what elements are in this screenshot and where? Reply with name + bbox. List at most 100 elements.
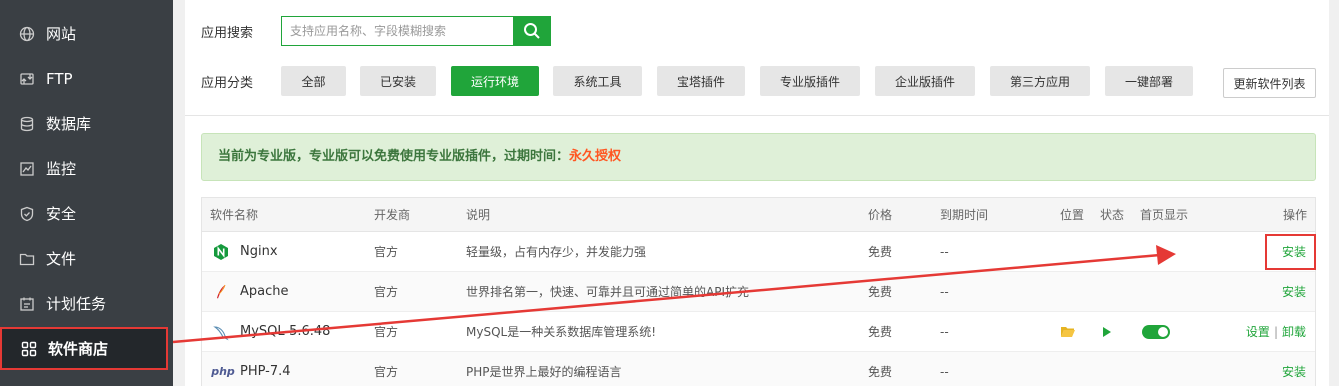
- sidebar: 网站 FTP 数据库 监控 安全 文件 计划任务 软件商店: [0, 0, 173, 386]
- category-all[interactable]: 全部: [281, 66, 346, 96]
- col-developer: 开发商: [374, 208, 411, 222]
- nginx-icon: [212, 243, 230, 261]
- install-link[interactable]: 安装: [1282, 272, 1306, 311]
- monitor-icon: [18, 160, 36, 178]
- sidebar-item-label: 网站: [46, 25, 77, 43]
- php-icon: php: [211, 365, 235, 378]
- category-bt-plugins[interactable]: 宝塔插件: [657, 66, 745, 96]
- sidebar-item-label: 监控: [46, 160, 77, 178]
- col-desc: 说明: [466, 208, 491, 222]
- open-folder-button[interactable]: [1060, 312, 1076, 351]
- page-gutter: [1329, 0, 1339, 386]
- category-third-party[interactable]: 第三方应用: [990, 66, 1090, 96]
- category-installed[interactable]: 已安装: [360, 66, 436, 96]
- sidebar-item-label: 计划任务: [46, 295, 107, 313]
- sidebar-item-label: 安全: [46, 205, 77, 223]
- developer: 官方: [374, 365, 399, 379]
- refresh-list-button[interactable]: 更新软件列表: [1223, 68, 1316, 98]
- developer: 官方: [374, 325, 399, 339]
- software-name: php PHP-7.4: [211, 352, 291, 386]
- expire-date: --: [940, 284, 949, 299]
- description: 世界排名第一，快速、可靠并且可通过简单的API扩充: [466, 285, 749, 299]
- category-system-tools[interactable]: 系统工具: [553, 66, 642, 96]
- price: 免费: [868, 365, 893, 379]
- col-name: 软件名称: [210, 208, 259, 222]
- search-button[interactable]: [513, 16, 551, 46]
- sidebar-item-ftp[interactable]: FTP: [0, 56, 173, 101]
- sidebar-item-label: 软件商店: [48, 340, 109, 358]
- col-expire: 到期时间: [940, 208, 989, 222]
- table-row: Nginx 官方 轻量级，占有内存少，并发能力强 免费 -- 安装: [202, 232, 1315, 272]
- sidebar-item-security[interactable]: 安全: [0, 191, 173, 236]
- category-label: 应用分类: [201, 76, 254, 91]
- col-ops: 操作: [1282, 208, 1307, 222]
- software-name-text: Nginx: [240, 244, 278, 259]
- search-input[interactable]: 支持应用名称、字段模糊搜索: [281, 16, 513, 46]
- developer: 官方: [374, 245, 399, 259]
- price: 免费: [868, 285, 893, 299]
- price: 免费: [868, 325, 893, 339]
- category-runtime[interactable]: 运行环境: [451, 66, 539, 96]
- table-row: Apache 官方 世界排名第一，快速、可靠并且可通过简单的API扩充 免费 -…: [202, 272, 1315, 312]
- ftp-icon: [18, 70, 36, 88]
- sidebar-item-label: 文件: [46, 250, 77, 268]
- install-link[interactable]: 安装: [1282, 352, 1306, 386]
- description: 轻量级，占有内存少，并发能力强: [466, 245, 647, 259]
- uninstall-link[interactable]: 卸载: [1282, 323, 1306, 340]
- globe-icon: [18, 25, 36, 43]
- sidebar-item-app-store[interactable]: 软件商店: [0, 327, 168, 370]
- developer: 官方: [374, 285, 399, 299]
- category-one-click-deploy[interactable]: 一键部署: [1105, 66, 1193, 96]
- description: MySQL是一种关系数据库管理系统!: [466, 325, 657, 339]
- expire-date: --: [940, 364, 949, 379]
- software-name-text: Apache: [240, 284, 289, 299]
- software-table: 软件名称 开发商 说明 价格 到期时间 位置 状态 首页显示 操作 Nginx …: [201, 197, 1316, 386]
- calendar-icon: [18, 295, 36, 313]
- col-homepage: 首页显示: [1140, 208, 1189, 222]
- notice-text: 当前为专业版，专业版可以免费使用专业版插件，过期时间：: [218, 149, 570, 164]
- category-enterprise-plugins[interactable]: 企业版插件: [875, 66, 975, 96]
- folder-open-icon: [1061, 326, 1075, 337]
- table-header: 软件名称 开发商 说明 价格 到期时间 位置 状态 首页显示 操作: [202, 198, 1315, 232]
- database-icon: [18, 115, 36, 133]
- license-notice: 当前为专业版，专业版可以免费使用专业版插件，过期时间：永久授权: [201, 133, 1316, 181]
- row-actions: 设置 | 卸载: [1246, 312, 1306, 351]
- expire-date: --: [940, 244, 949, 259]
- price: 免费: [868, 245, 893, 259]
- shield-icon: [18, 205, 36, 223]
- software-name-text: MySQL-5.6.48: [240, 324, 331, 339]
- mysql-dolphin-icon: [212, 323, 230, 341]
- software-name: Nginx: [212, 232, 278, 271]
- table-row: MySQL-5.6.48 官方 MySQL是一种关系数据库管理系统! 免费 --…: [202, 312, 1315, 352]
- col-status: 状态: [1100, 208, 1125, 222]
- category-pro-plugins[interactable]: 专业版插件: [760, 66, 860, 96]
- sidebar-item-cron[interactable]: 计划任务: [0, 281, 173, 326]
- col-location: 位置: [1060, 208, 1085, 222]
- divider: [185, 115, 1329, 116]
- homepage-toggle[interactable]: [1142, 312, 1170, 351]
- sidebar-item-database[interactable]: 数据库: [0, 101, 173, 146]
- sidebar-item-monitor[interactable]: 监控: [0, 146, 173, 191]
- sidebar-item-label: 数据库: [46, 115, 92, 133]
- action-separator: |: [1273, 324, 1278, 339]
- software-name-text: PHP-7.4: [240, 364, 291, 379]
- sidebar-item-website[interactable]: 网站: [0, 11, 173, 56]
- table-row: php PHP-7.4 官方 PHP是世界上最好的编程语言 免费 -- 安装: [202, 352, 1315, 386]
- sidebar-item-files[interactable]: 文件: [0, 236, 173, 281]
- grid-icon: [20, 340, 38, 358]
- search-label: 应用搜索: [201, 26, 254, 41]
- notice-permanent: 永久授权: [569, 149, 622, 164]
- expire-date: --: [940, 324, 949, 339]
- apache-feather-icon: [212, 283, 230, 301]
- search-icon: [524, 23, 540, 39]
- software-name: MySQL-5.6.48: [212, 312, 330, 351]
- col-price: 价格: [868, 208, 893, 222]
- start-button[interactable]: [1102, 312, 1112, 351]
- software-name: Apache: [212, 272, 289, 311]
- toggle-switch[interactable]: [1142, 324, 1170, 339]
- play-icon: [1103, 326, 1111, 337]
- sidebar-item-label: FTP: [46, 69, 73, 88]
- description: PHP是世界上最好的编程语言: [466, 365, 622, 379]
- folder-icon: [18, 250, 36, 268]
- settings-link[interactable]: 设置: [1246, 323, 1270, 340]
